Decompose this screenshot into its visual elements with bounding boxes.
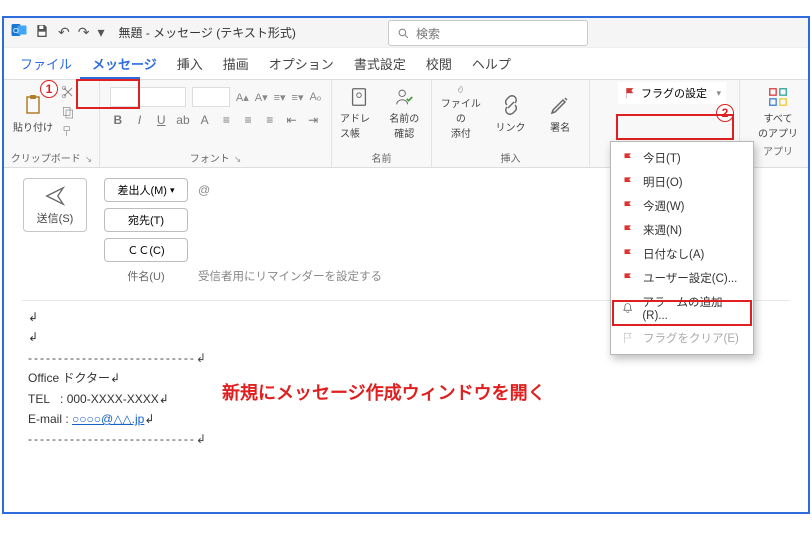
sig-email-link[interactable]: ○○○○@△△.jp [72, 412, 144, 426]
indent-dec-icon[interactable]: ⇤ [284, 113, 300, 127]
flag-menu-today[interactable]: 今日(T) [611, 146, 753, 170]
tab-help[interactable]: ヘルプ [470, 48, 513, 79]
window-title: 無題 - メッセージ (テキスト形式) [119, 24, 296, 41]
group-font: A▴ A▾ ≡▾ ≡▾ Aₒ B I U ab A ≡ ≡ ≡ ⇤ ⇥ [100, 80, 332, 167]
ribbon-tabs: ファイル メッセージ 挿入 描画 オプション 書式設定 校閲 ヘルプ [4, 48, 808, 80]
flag-menu-custom[interactable]: ユーザー設定(C)... [611, 266, 753, 290]
bullets-icon[interactable]: ≡▾ [274, 91, 286, 104]
annotation-text: 新規にメッセージ作成ウィンドウを開く [222, 379, 546, 405]
copy-icon[interactable] [60, 104, 78, 120]
title-bar: O ↶ ↷ ▾ 無題 - メッセージ (テキスト形式) 検索 [4, 18, 808, 48]
from-value: @ [198, 183, 210, 197]
font-size-select[interactable] [192, 87, 230, 107]
send-button[interactable]: 送信(S) [23, 178, 87, 232]
person-check-icon [392, 86, 416, 108]
bold-button[interactable]: B [110, 113, 126, 127]
flag-icon [621, 223, 635, 237]
sig-tel: 000-XXXX-XXXX [67, 392, 159, 406]
save-icon[interactable] [34, 23, 50, 42]
highlight-icon[interactable]: ab [175, 113, 191, 127]
pen-icon [548, 93, 572, 117]
check-names-button[interactable]: 名前の 確認 [384, 84, 426, 142]
signature-button[interactable]: 署名 [537, 84, 583, 142]
grow-font-icon[interactable]: A▴ [236, 91, 249, 104]
tab-options[interactable]: オプション [267, 48, 336, 79]
quick-access-toolbar: ↶ ↷ ▾ [34, 23, 105, 42]
italic-button[interactable]: I [132, 113, 148, 127]
align-right-icon[interactable]: ≡ [262, 113, 278, 127]
tab-format[interactable]: 書式設定 [352, 48, 408, 79]
tab-insert[interactable]: 挿入 [175, 48, 205, 79]
tab-draw[interactable]: 描画 [221, 48, 251, 79]
flag-icon [623, 86, 637, 100]
search-icon [397, 27, 410, 40]
tab-file[interactable]: ファイル [18, 48, 74, 79]
group-include: ファイルの 添付 リンク 署名 挿入 [432, 80, 590, 167]
subject-label: 件名(U) [104, 268, 188, 284]
tab-review[interactable]: 校閲 [424, 48, 454, 79]
cut-icon[interactable] [60, 84, 78, 100]
flag-menu-add-reminder[interactable]: アラームの追加(R)... [611, 290, 753, 326]
font-color-icon[interactable]: A [197, 113, 213, 127]
flag-menu-this-week[interactable]: 今週(W) [611, 194, 753, 218]
qat-chevron-icon[interactable]: ▾ [97, 24, 104, 41]
paperclip-icon [449, 86, 473, 93]
cc-button[interactable]: ＣＣ(C) [104, 238, 188, 262]
flag-menu-tomorrow[interactable]: 明日(O) [611, 170, 753, 194]
indent-inc-icon[interactable]: ⇥ [305, 113, 321, 127]
search-box[interactable]: 検索 [388, 20, 588, 46]
address-book-icon [347, 86, 371, 108]
search-placeholder: 検索 [416, 25, 440, 42]
link-button[interactable]: リンク [488, 84, 534, 142]
flag-icon [621, 247, 635, 261]
link-icon [499, 93, 523, 117]
clipboard-icon [21, 93, 45, 117]
redo-icon[interactable]: ↷ [78, 24, 90, 41]
annotation-number-2: 2 [716, 104, 734, 122]
all-apps-button[interactable]: すべて のアプリ [754, 84, 802, 142]
bell-icon [621, 301, 634, 315]
format-painter-icon[interactable] [60, 124, 78, 140]
font-family-select[interactable] [110, 87, 186, 107]
align-left-icon[interactable]: ≡ [219, 113, 235, 127]
flag-icon [621, 175, 635, 189]
flag-clear-icon [621, 331, 635, 345]
send-icon [44, 185, 66, 207]
sig-name: Office ドクター [28, 371, 110, 385]
align-center-icon[interactable]: ≡ [240, 113, 256, 127]
address-book-button[interactable]: アドレス帳 [338, 84, 380, 142]
numbering-icon[interactable]: ≡▾ [292, 91, 304, 104]
chevron-down-icon: ▾ [716, 88, 721, 99]
outlook-app-icon: O [10, 21, 28, 44]
to-button[interactable]: 宛先(T) [104, 208, 188, 232]
clipboard-mini [60, 84, 78, 140]
apps-grid-icon [767, 86, 789, 108]
from-button[interactable]: 差出人(M)▾ [104, 178, 188, 202]
flag-menu-no-date[interactable]: 日付なし(A) [611, 242, 753, 266]
flag-settings-button[interactable]: フラグの設定 ▾ [618, 82, 726, 104]
flag-menu-clear: フラグをクリア(E) [611, 326, 753, 350]
tab-message[interactable]: メッセージ [90, 48, 159, 79]
dialog-launcher-icon[interactable]: ↘ [85, 154, 93, 164]
flag-icon [621, 199, 635, 213]
underline-button[interactable]: U [153, 113, 169, 127]
group-allapps: すべて のアプリ アプリ [748, 80, 808, 160]
dialog-launcher-icon[interactable]: ↘ [234, 154, 242, 164]
group-names: アドレス帳 名前の 確認 名前 [332, 80, 432, 167]
styles-icon[interactable]: Aₒ [310, 91, 322, 103]
annotation-number-1: 1 [40, 80, 58, 98]
svg-text:O: O [13, 26, 19, 35]
attach-file-button[interactable]: ファイルの 添付 [438, 84, 484, 142]
flag-icon [621, 151, 635, 165]
flag-dropdown-menu: 今日(T) 明日(O) 今週(W) 来週(N) 日付なし(A) ユーザー設定(C… [610, 141, 754, 355]
shrink-font-icon[interactable]: A▾ [255, 91, 268, 104]
flag-icon [621, 271, 635, 285]
undo-icon[interactable]: ↶ [58, 24, 70, 41]
subject-field[interactable]: 受信者用にリマインダーを設定する [198, 268, 382, 284]
flag-menu-next-week[interactable]: 来週(N) [611, 218, 753, 242]
